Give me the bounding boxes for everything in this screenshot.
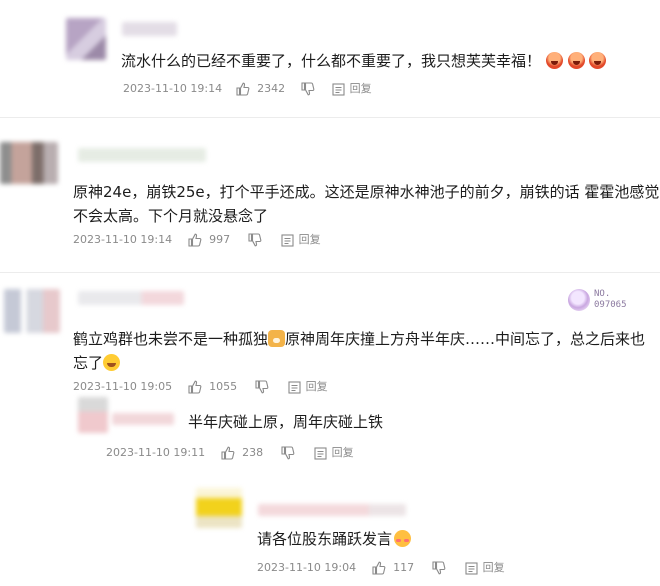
blushing-face-icon [394,530,412,547]
thumbs-up-icon[interactable] [221,446,235,460]
watermark-logo: NO. 097065 [568,287,638,313]
crying-face-icon [589,52,607,69]
avatar[interactable] [196,488,242,528]
comment-text: 请各位股东踊跃发言 [257,528,412,551]
reply-button[interactable]: 回复 [332,445,354,461]
comment-text: 半年庆碰上原，周年庆碰上铁 [188,413,384,431]
reply-1: 半年庆碰上原，周年庆碰上铁 2023-11-10 19:11 238 回复 [0,391,660,471]
reply-icon[interactable] [465,561,478,575]
comment-meta: 2023-11-10 19:14 2342 回复 [123,81,372,97]
avatar[interactable] [0,142,58,184]
laughing-face-icon [103,354,121,371]
username[interactable] [112,413,174,425]
username[interactable] [78,148,206,162]
thumbs-up-icon[interactable] [188,233,202,247]
thumbs-down-icon[interactable] [301,82,315,96]
avatar[interactable] [78,397,108,433]
comment-2: 原神24e，崩铁25e，打个平手还成。这还是原神水神池子的前夕，崩铁的话 霍霍池… [0,118,660,273]
crying-face-icon [545,52,563,69]
thumbs-down-icon[interactable] [281,446,295,460]
reply-icon[interactable] [314,446,327,460]
like-count: 117 [393,561,415,574]
thumbs-up-icon[interactable] [372,561,386,575]
comment-text: 流水什么的已经不重要了，什么都不重要了，我只想芙芙幸福！ [121,50,607,73]
dog-face-icon [268,330,286,347]
comment-meta: 2023-11-10 19:04 117 回复 [257,560,505,576]
comment-meta: 2023-11-10 19:11 238 回复 [106,445,354,461]
like-count: 2342 [257,82,286,95]
reply-button[interactable]: 回复 [350,81,372,97]
timestamp: 2023-11-10 19:04 [257,561,357,574]
watermark-emblem-icon [568,289,590,311]
thumbs-up-icon[interactable] [236,82,250,96]
reply-button[interactable]: 回复 [483,560,505,576]
thumbs-down-icon[interactable] [248,233,262,247]
username[interactable] [122,22,177,36]
username[interactable] [258,504,406,516]
thumbs-down-icon[interactable] [432,561,446,575]
timestamp: 2023-11-10 19:14 [123,82,223,95]
watermark-line-2: 097065 [594,300,627,310]
reply-button[interactable]: 回复 [299,232,321,248]
like-count: 238 [242,446,264,459]
crying-face-icon [567,52,585,69]
reply-2: 请各位股东踊跃发言 2023-11-10 19:04 117 回复 [0,478,660,586]
comment-1: 流水什么的已经不重要了，什么都不重要了，我只想芙芙幸福！ 2023-11-10 … [0,0,660,118]
username[interactable] [78,291,184,305]
reply-icon[interactable] [332,82,345,96]
comment-meta: 2023-11-10 19:14 997 回复 [73,232,321,248]
comment-3: NO. 097065 鹤立鸡群也未尝不是一种孤独 原神周年庆撞上方舟半年庆……中间… [0,273,660,394]
timestamp: 2023-11-10 19:11 [106,446,206,459]
avatar[interactable] [66,18,106,60]
avatar[interactable] [4,289,60,333]
comment-text: 鹤立鸡群也未尝不是一种孤独 原神周年庆撞上方舟半年庆……中间忘了，总之后来也 忘了 [73,330,646,372]
reply-icon[interactable] [281,233,294,247]
watermark-line-1: NO. [594,289,611,299]
comment-text: 原神24e，崩铁25e，打个平手还成。这还是原神水神池子的前夕，崩铁的话 霍霍池… [73,183,660,225]
timestamp: 2023-11-10 19:14 [73,233,173,246]
like-count: 997 [209,233,231,246]
